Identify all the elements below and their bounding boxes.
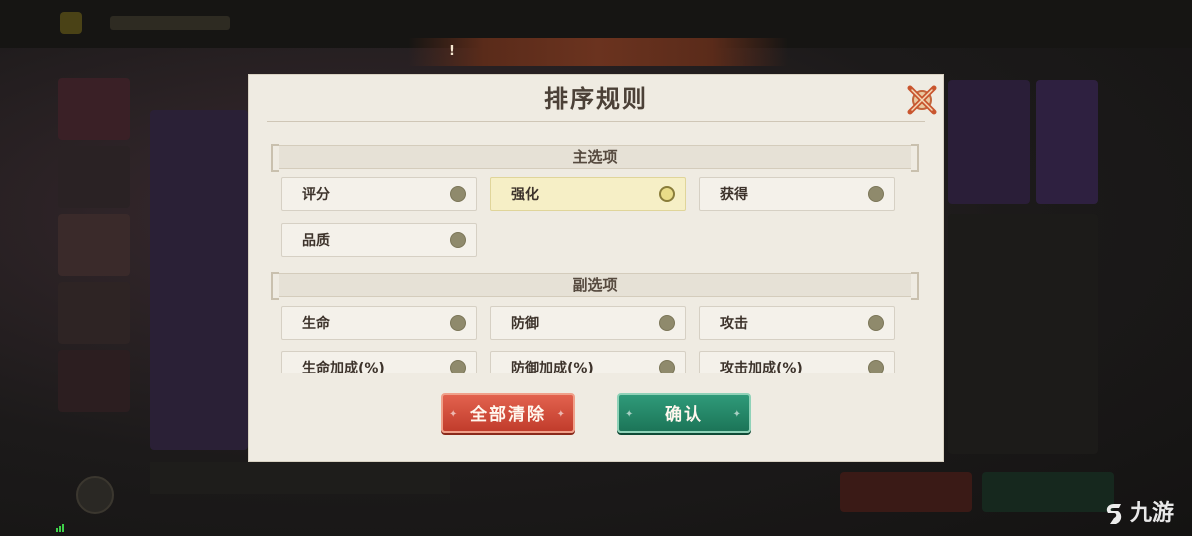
character-card bbox=[58, 78, 130, 140]
radio-icon bbox=[868, 186, 884, 202]
radio-icon bbox=[868, 315, 884, 331]
sort-option-defense-bonus[interactable]: 防御加成(%) bbox=[490, 351, 686, 373]
option-label: 生命加成(%) bbox=[302, 361, 385, 373]
sort-option-hp[interactable]: 生命 bbox=[281, 306, 477, 340]
equipment-slot bbox=[1036, 80, 1098, 204]
sort-option-attack[interactable]: 攻击 bbox=[699, 306, 895, 340]
clear-all-label: 全部清除 bbox=[470, 405, 546, 425]
option-label: 品质 bbox=[302, 233, 330, 249]
filter-icon bbox=[76, 476, 114, 514]
notice-banner-text: ! bbox=[449, 44, 455, 59]
title-divider bbox=[267, 121, 925, 122]
option-label: 攻击加成(%) bbox=[720, 361, 803, 373]
secondary-section-header: 副选项 bbox=[271, 272, 919, 300]
sort-option-defense[interactable]: 防御 bbox=[490, 306, 686, 340]
notice-banner: ! bbox=[408, 38, 788, 66]
sort-option-quality[interactable]: 品质 bbox=[281, 223, 477, 257]
radio-icon bbox=[450, 315, 466, 331]
radio-icon bbox=[450, 186, 466, 202]
background-red-button bbox=[840, 472, 972, 512]
sort-option-rating[interactable]: 评分 bbox=[281, 177, 477, 211]
sort-option-enhance[interactable]: 强化 bbox=[490, 177, 686, 211]
back-icon bbox=[60, 12, 82, 34]
top-title-placeholder bbox=[110, 16, 230, 30]
radio-icon bbox=[659, 360, 675, 373]
character-card bbox=[58, 146, 130, 208]
dialog-title: 排序规则 bbox=[544, 84, 648, 113]
equipment-slot bbox=[948, 80, 1030, 204]
option-label: 防御 bbox=[511, 316, 539, 332]
confirm-label: 确认 bbox=[665, 405, 703, 425]
close-button[interactable] bbox=[905, 83, 939, 117]
sparkle-icon: ✦ bbox=[556, 409, 567, 420]
radio-icon bbox=[659, 315, 675, 331]
radio-icon bbox=[868, 360, 884, 373]
primary-section-header: 主选项 bbox=[271, 144, 919, 172]
watermark-logo-icon bbox=[1106, 504, 1122, 524]
primary-section-title: 主选项 bbox=[572, 148, 618, 166]
sparkle-icon: ✦ bbox=[625, 409, 636, 420]
character-card bbox=[58, 214, 130, 276]
sparkle-icon: ✦ bbox=[732, 409, 743, 420]
watermark: 九游 bbox=[1102, 496, 1174, 532]
close-x-icon bbox=[907, 85, 937, 115]
watermark-text: 九游 bbox=[1130, 501, 1175, 526]
sort-option-hp-bonus[interactable]: 生命加成(%) bbox=[281, 351, 477, 373]
sort-option-obtained[interactable]: 获得 bbox=[699, 177, 895, 211]
option-label: 攻击 bbox=[720, 316, 748, 332]
option-label: 生命 bbox=[302, 316, 330, 332]
equipment-panel bbox=[150, 110, 248, 450]
bottom-tab-bar bbox=[150, 462, 450, 494]
character-card bbox=[58, 282, 130, 344]
radio-icon bbox=[450, 232, 466, 248]
option-label: 评分 bbox=[302, 187, 330, 203]
signal-icon bbox=[56, 522, 66, 532]
radio-icon bbox=[450, 360, 466, 373]
sort-rule-dialog: 排序规则 主选项 评分 强化 获得 品质 副选项 生命 防御 攻击 生命加成(%… bbox=[248, 74, 944, 462]
options-scroll-area[interactable]: 生命加成(%) 防御加成(%) 攻击加成(%) bbox=[249, 343, 943, 373]
secondary-section-title: 副选项 bbox=[572, 276, 618, 294]
character-card bbox=[58, 350, 130, 412]
sparkle-icon: ✦ bbox=[449, 409, 460, 420]
option-label: 强化 bbox=[511, 187, 539, 203]
option-label: 获得 bbox=[720, 187, 748, 203]
confirm-button[interactable]: ✦ 确认 ✦ bbox=[617, 393, 751, 433]
option-label: 防御加成(%) bbox=[511, 361, 594, 373]
radio-selected-icon bbox=[659, 186, 675, 202]
stats-panel bbox=[948, 214, 1098, 454]
background-green-button bbox=[982, 472, 1114, 512]
clear-all-button[interactable]: ✦ 全部清除 ✦ bbox=[441, 393, 575, 433]
sort-option-attack-bonus[interactable]: 攻击加成(%) bbox=[699, 351, 895, 373]
